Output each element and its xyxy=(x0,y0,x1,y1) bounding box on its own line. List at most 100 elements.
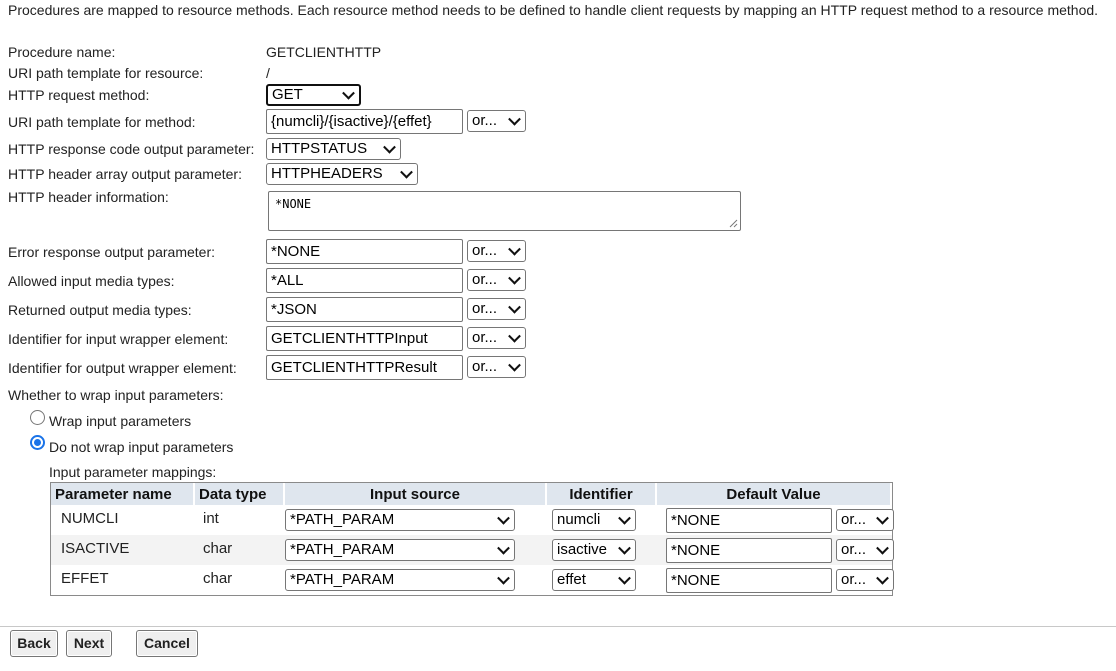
chevron-down-icon xyxy=(508,329,521,343)
default-or-select[interactable]: or... xyxy=(836,509,894,531)
chevron-down-icon xyxy=(876,511,889,525)
resp-code-label: HTTP response code output parameter: xyxy=(8,141,255,157)
mappings-title: Input parameter mappings: xyxy=(49,464,217,480)
chevron-down-icon xyxy=(508,242,521,256)
input-wrapper-or-select[interactable]: or... xyxy=(467,327,526,349)
wrap-radio-label: Wrap input parameters xyxy=(49,413,192,429)
data-type: int xyxy=(203,510,219,527)
chevron-down-icon xyxy=(618,511,631,525)
chevron-down-icon xyxy=(508,300,521,314)
param-name-cell: ISACTIVE xyxy=(51,535,195,565)
resize-grip-icon[interactable] xyxy=(729,219,738,228)
error-resp-input[interactable]: *NONE xyxy=(266,239,463,264)
identifier-select[interactable]: effet xyxy=(552,569,636,591)
header-array-label: HTTP header array output parameter: xyxy=(8,166,242,182)
input-source-select[interactable]: *PATH_PARAM xyxy=(285,539,515,561)
input-source-cell: *PATH_PARAM xyxy=(285,565,547,595)
chevron-down-icon xyxy=(400,165,413,179)
data-type-cell: char xyxy=(195,535,285,565)
header-info-label: HTTP header information: xyxy=(8,189,169,205)
cancel-button[interactable]: Cancel xyxy=(136,630,198,657)
resp-code-select[interactable]: HTTPSTATUS xyxy=(266,138,401,160)
data-type-cell: char xyxy=(195,565,285,595)
next-button[interactable]: Next xyxy=(66,630,112,657)
output-media-input[interactable]: *JSON xyxy=(266,297,463,322)
uri-method-label: URI path template for method: xyxy=(8,114,196,130)
input-wrapper-input[interactable]: GETCLIENTHTTPInput xyxy=(266,326,463,351)
or-option-text: or... xyxy=(841,541,867,558)
chevron-down-icon xyxy=(508,112,521,126)
http-method-select[interactable]: GET xyxy=(266,84,361,106)
default-or-select[interactable]: or... xyxy=(836,569,894,591)
identifier-value: numcli xyxy=(557,511,601,528)
resp-code-value: HTTPSTATUS xyxy=(271,140,368,157)
output-wrapper-or-select[interactable]: or... xyxy=(467,356,526,378)
chevron-down-icon xyxy=(508,271,521,285)
chevron-down-icon xyxy=(876,541,889,555)
header-array-value: HTTPHEADERS xyxy=(271,165,383,182)
back-button[interactable]: Back xyxy=(10,630,58,657)
chevron-down-icon xyxy=(876,571,889,585)
default-value-input[interactable]: *NONE xyxy=(666,508,832,533)
input-source-select[interactable]: *PATH_PARAM xyxy=(285,569,515,591)
input-source-select[interactable]: *PATH_PARAM xyxy=(285,509,515,531)
table-row: ISACTIVE char *PATH_PARAM isactive *NONE… xyxy=(51,535,894,565)
identifier-value: isactive xyxy=(557,541,608,558)
wrap-radio[interactable] xyxy=(30,410,45,425)
input-wrapper-label: Identifier for input wrapper element: xyxy=(8,331,229,347)
intro-text: Procedures are mapped to resource method… xyxy=(8,2,1099,18)
identifier-select[interactable]: isactive xyxy=(552,539,636,561)
output-media-or-select[interactable]: or... xyxy=(467,298,526,320)
default-value-input[interactable]: *NONE xyxy=(666,568,832,593)
http-method-label: HTTP request method: xyxy=(8,87,150,103)
column-header: Identifier xyxy=(547,483,657,505)
param-name: NUMCLI xyxy=(61,510,119,527)
chevron-down-icon xyxy=(383,140,396,154)
chevron-down-icon xyxy=(497,541,510,555)
input-source-value: *PATH_PARAM xyxy=(290,541,395,558)
or-option-text: or... xyxy=(472,300,498,317)
default-value-cell: *NONE or... xyxy=(657,505,894,535)
or-option-text: or... xyxy=(472,358,498,375)
default-value-input[interactable]: *NONE xyxy=(666,538,832,563)
identifier-cell: numcli xyxy=(547,505,657,535)
identifier-cell: effet xyxy=(547,565,657,595)
chevron-down-icon xyxy=(497,571,510,585)
or-option-text: or... xyxy=(841,571,867,588)
nowrap-radio[interactable] xyxy=(30,435,45,450)
header-array-select[interactable]: HTTPHEADERS xyxy=(266,163,418,185)
chevron-down-icon xyxy=(342,86,355,100)
or-option-text: or... xyxy=(472,271,498,288)
input-media-label: Allowed input media types: xyxy=(8,273,175,289)
column-header: Data type xyxy=(195,483,285,505)
or-option-text: or... xyxy=(472,329,498,346)
chevron-down-icon xyxy=(508,358,521,372)
uri-method-or-select[interactable]: or... xyxy=(467,110,526,132)
procedure-name-label: Procedure name: xyxy=(8,44,116,60)
http-method-value: GET xyxy=(272,86,303,103)
default-or-select[interactable]: or... xyxy=(836,539,894,561)
output-media-label: Returned output media types: xyxy=(8,302,192,318)
error-resp-or-select[interactable]: or... xyxy=(467,240,526,262)
param-name-cell: EFFET xyxy=(51,565,195,595)
uri-method-input[interactable]: {numcli}/{isactive}/{effet} xyxy=(266,109,463,134)
wrap-question: Whether to wrap input parameters: xyxy=(8,387,224,403)
identifier-select[interactable]: numcli xyxy=(552,509,636,531)
input-source-cell: *PATH_PARAM xyxy=(285,535,547,565)
header-info-textarea[interactable]: *NONE xyxy=(268,191,741,231)
header-info-value: *NONE xyxy=(275,197,312,211)
table-row: EFFET char *PATH_PARAM effet *NONE or... xyxy=(51,565,894,595)
param-name: ISACTIVE xyxy=(61,540,130,557)
table-header-row: Parameter name Data type Input source Id… xyxy=(51,483,892,505)
or-option-text: or... xyxy=(841,511,867,528)
column-header: Input source xyxy=(285,483,547,505)
input-media-or-select[interactable]: or... xyxy=(467,269,526,291)
procedure-name-value: GETCLIENTHTTP xyxy=(266,44,382,60)
input-media-input[interactable]: *ALL xyxy=(266,268,463,293)
data-type: char xyxy=(203,570,233,587)
default-value-cell: *NONE or... xyxy=(657,535,894,565)
nowrap-radio-label: Do not wrap input parameters xyxy=(49,439,234,455)
data-type: char xyxy=(203,540,233,557)
output-wrapper-input[interactable]: GETCLIENTHTTPResult xyxy=(266,355,463,380)
uri-resource-value: / xyxy=(266,65,270,81)
